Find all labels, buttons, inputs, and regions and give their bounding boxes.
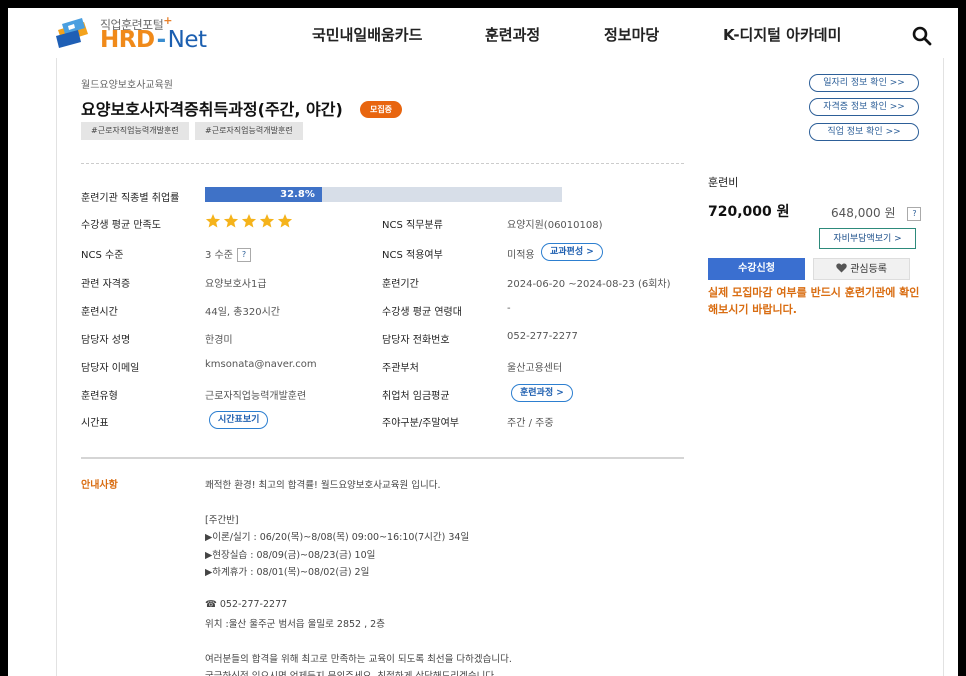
notice-line: ▶이론/실기 : 06/20(목)~8/08(목) 09:00~16:10(7시… [205, 532, 470, 544]
star-icon [277, 214, 293, 228]
ncs-level-field: 3 수준? [205, 246, 251, 262]
certificate-info-link[interactable]: 자격증 정보 확인 >> [809, 98, 919, 116]
nav-k-digital-academy[interactable]: K-디지털 아카데미 [723, 24, 841, 45]
employment-rate-bar: 32.8% [205, 187, 562, 202]
dept-value: 울산고용센터 [507, 363, 563, 374]
self-pay-view-button[interactable]: 자비부담액보기 > [819, 228, 916, 249]
email-label: 담당자 이메일 [81, 363, 140, 374]
fee-label: 훈련비 [708, 176, 739, 189]
page: 직업훈련포털+ HRD-Net 국민내일배움카드 훈련과정 정보마당 K-디지털… [8, 8, 958, 676]
nav-training-courses[interactable]: 훈련과정 [485, 24, 540, 45]
dept-label: 주관부처 [382, 363, 419, 374]
institution-name: 월드요양보호사교육원 [81, 80, 173, 91]
heart-icon [836, 263, 847, 273]
training-type-value: 근로자직업능력개발훈련 [205, 391, 307, 402]
ncs-applied-value: 미적용 [507, 250, 535, 261]
deadline-warning: 실제 모집마감 여부를 반드시 훈련기관에 확인해보시기 바랍니다. [708, 286, 920, 316]
logo-wordmark: HRD-Net [100, 27, 207, 53]
manager-label: 담당자 성명 [81, 335, 131, 346]
hours-label: 훈련시간 [81, 307, 118, 318]
age-label: 수강생 평균 연령대 [382, 307, 462, 318]
content-frame [56, 58, 944, 676]
period-label: 훈련기간 [382, 279, 419, 290]
curriculum-button[interactable]: 교과편성 > [541, 243, 603, 261]
notice-line: ▶하계휴가 : 08/01(목)~08/02(금) 2일 [205, 567, 370, 578]
notice-line: ☎ 052-277-2277 [205, 598, 288, 610]
day-night-label: 주야구분/주말여부 [382, 418, 459, 429]
training-type-label: 훈련유형 [81, 391, 118, 402]
phone-value: 052-277-2277 [507, 331, 578, 342]
employment-rate-label: 훈련기관 직종별 취업률 [81, 193, 180, 204]
schedule-view-button[interactable]: 시간표보기 [209, 411, 269, 429]
star-icon [259, 214, 275, 228]
phone-label: 담당자 전화번호 [382, 335, 450, 346]
ncs-applied-label: NCS 적용여부 [382, 250, 443, 261]
notice-line: 위치 :울산 울주군 범서읍 울밀로 2852 , 2층 [205, 619, 385, 631]
day-night-value: 주간 / 주중 [507, 418, 554, 429]
wage-course-button[interactable]: 훈련과정 > [511, 384, 573, 402]
job-info-link[interactable]: 일자리 정보 확인 >> [809, 74, 919, 92]
nav-info-square[interactable]: 정보마당 [604, 24, 659, 45]
star-icon [205, 214, 221, 228]
email-value: kmsonata@naver.com [205, 359, 317, 370]
hashtag-2[interactable]: #근로자직업능력개발훈련 [195, 122, 303, 140]
bookmark-button[interactable]: 관심등록 [813, 258, 910, 280]
logo-mark-icon [56, 18, 88, 48]
notice-label: 안내사항 [81, 480, 118, 491]
ncs-category-label: NCS 직무분류 [382, 220, 443, 231]
self-pay-help-button[interactable]: ? [907, 206, 922, 221]
notice-line: [주간반] [205, 514, 239, 526]
hrd-net-logo[interactable]: 직업훈련포털+ HRD-Net [54, 12, 224, 56]
course-title: 요양보호사자격증취득과정(주간, 야간) [81, 100, 343, 119]
nav-national-card[interactable]: 국민내일배움카드 [312, 24, 422, 45]
satisfaction-label: 수강생 평균 만족도 [81, 220, 161, 231]
search-icon[interactable] [912, 26, 932, 46]
recruiting-badge: 모집중 [360, 101, 402, 118]
manager-value: 한경미 [205, 335, 233, 346]
occupation-info-link[interactable]: 직업 정보 확인 >> [809, 123, 919, 141]
schedule-label: 시간표 [81, 418, 109, 429]
hours-value: 44일, 총320시간 [205, 307, 280, 318]
notice-line: 여러분들의 합격을 위해 최고로 만족하는 교육이 되도록 최선을 다하겠습니다… [205, 654, 512, 665]
divider [81, 163, 684, 164]
cert-label: 관련 자격증 [81, 279, 131, 290]
bookmark-label: 관심등록 [850, 264, 887, 275]
notice-line: 궁금하신점 있으시면 언제든지 문의주세요. 친절하게 상담해드리겠습니다. [205, 668, 497, 676]
fee-price: 720,000 원 [708, 204, 790, 220]
ncs-level-help-button[interactable]: ? [236, 248, 251, 262]
star-icon [241, 214, 257, 228]
age-value: - [507, 303, 511, 314]
employment-rate-value: 32.8% [280, 189, 315, 200]
notice-line: 쾌적한 환경! 최고의 합격률! 월드요양보호사교육원 입니다. [205, 480, 441, 491]
satisfaction-stars [205, 213, 295, 229]
hashtag-1[interactable]: #근로자직업능력개발훈련 [81, 122, 189, 140]
self-pay-amount: 648,000 원? [831, 204, 922, 221]
period-value: 2024-06-20 ~2024-08-23 (6회차) [507, 279, 671, 290]
ncs-category-value: 요양지원(06010108) [507, 220, 603, 231]
apply-button[interactable]: 수강신청 [708, 258, 805, 280]
cert-value: 요양보호사1급 [205, 279, 267, 290]
wage-label: 취업처 임금평균 [382, 391, 450, 402]
notice-line: ▶현장실습 : 08/09(금)~08/23(금) 10일 [205, 549, 376, 561]
ncs-level-label: NCS 수준 [81, 250, 124, 261]
star-icon [223, 214, 239, 228]
section-divider [81, 457, 684, 459]
